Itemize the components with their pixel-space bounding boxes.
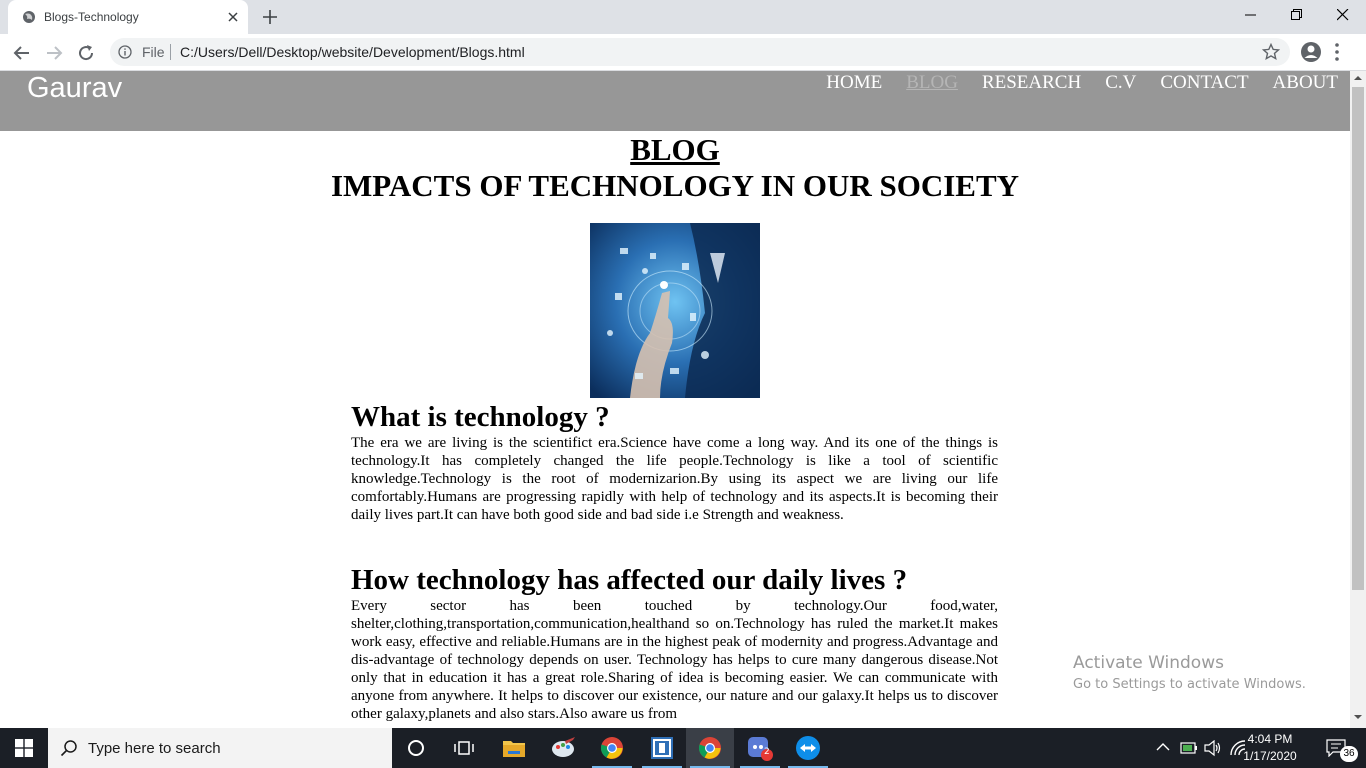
- teamviewer-button[interactable]: [784, 728, 832, 768]
- browser-toolbar: File C:/Users/Dell/Desktop/website/Devel…: [0, 34, 1366, 71]
- chrome-button[interactable]: [686, 728, 734, 768]
- file-explorer-button[interactable]: [490, 728, 538, 768]
- reload-icon[interactable]: [74, 41, 98, 65]
- search-icon: [60, 740, 77, 757]
- globe-icon: [23, 11, 35, 23]
- battery-icon[interactable]: [1180, 742, 1198, 768]
- profile-avatar-icon[interactable]: [1300, 41, 1322, 63]
- address-scheme: File: [142, 44, 165, 60]
- nav-research[interactable]: RESEARCH: [982, 72, 1081, 94]
- paint-palette-icon: [552, 737, 575, 757]
- address-url[interactable]: C:/Users/Dell/Desktop/website/Developmen…: [180, 44, 525, 60]
- cortana-button[interactable]: [392, 728, 440, 768]
- site-header: Gaurav HOME BLOG RESEARCH C.V CONTACT AB…: [0, 71, 1350, 131]
- minimize-button[interactable]: [1228, 0, 1274, 30]
- search-placeholder: Type here to search: [88, 740, 221, 757]
- sourcetree-button[interactable]: [638, 728, 686, 768]
- forward-icon[interactable]: [42, 41, 66, 65]
- nav-cv[interactable]: C.V: [1105, 72, 1136, 94]
- task-view-icon: [454, 741, 474, 755]
- bracket-app-icon: [651, 737, 673, 759]
- watermark-subtitle: Go to Settings to activate Windows.: [1073, 677, 1306, 692]
- chrome-icon: [698, 737, 721, 759]
- page-subtitle: IMPACTS OF TECHNOLOGY IN OUR SOCIETY: [330, 168, 1020, 203]
- close-window-button[interactable]: [1320, 0, 1366, 30]
- site-brand[interactable]: Gaurav: [27, 72, 122, 105]
- show-hidden-icons-icon[interactable]: [1156, 742, 1170, 768]
- taskbar-search[interactable]: Type here to search: [48, 728, 392, 768]
- folder-icon: [503, 741, 525, 757]
- info-icon[interactable]: [118, 45, 132, 59]
- new-tab-icon[interactable]: [258, 6, 282, 28]
- scroll-up-icon[interactable]: [1354, 75, 1362, 81]
- start-button[interactable]: [0, 728, 48, 768]
- section-heading: What is technology ?: [351, 401, 610, 433]
- address-separator: [170, 44, 171, 60]
- section-body: The era we are living is the scientifict…: [351, 435, 998, 523]
- article-section: How technology has affected our daily li…: [351, 563, 998, 723]
- page-scrollbar[interactable]: [1350, 71, 1366, 728]
- paint-app-button[interactable]: [540, 728, 588, 768]
- nav-blog[interactable]: BLOG: [906, 72, 958, 94]
- discord-icon: [748, 737, 773, 761]
- section-heading: How technology has affected our daily li…: [351, 564, 908, 596]
- site-nav: HOME BLOG RESEARCH C.V CONTACT ABOUT: [826, 72, 1338, 94]
- chrome-dev-button[interactable]: [588, 728, 636, 768]
- teamviewer-icon: [796, 736, 820, 760]
- clock-date: 1/17/2020: [1243, 749, 1297, 763]
- nav-home[interactable]: HOME: [826, 72, 882, 94]
- discord-badge: 2: [764, 747, 770, 757]
- minimize-icon: [1245, 14, 1256, 16]
- scroll-down-icon[interactable]: [1354, 714, 1362, 720]
- nav-about[interactable]: ABOUT: [1273, 72, 1338, 94]
- chrome-icon: [600, 737, 623, 759]
- watermark-title: Activate Windows: [1073, 653, 1224, 673]
- nav-contact[interactable]: CONTACT: [1160, 72, 1248, 94]
- address-bar[interactable]: File C:/Users/Dell/Desktop/website/Devel…: [110, 38, 1290, 66]
- close-window-icon: [1337, 9, 1349, 21]
- notification-count-badge: 36: [1340, 746, 1358, 762]
- scrollbar-thumb[interactable]: [1352, 87, 1364, 590]
- blog-title: BLOG: [630, 132, 720, 167]
- tab-title: Blogs-Technology: [44, 10, 139, 24]
- more-menu-icon[interactable]: [1334, 42, 1340, 62]
- task-view-button[interactable]: [440, 728, 488, 768]
- technology-hero-image: [590, 223, 760, 398]
- bookmark-star-icon[interactable]: [1262, 43, 1280, 61]
- activate-windows-watermark: Activate Windows Go to Settings to activ…: [1073, 652, 1306, 696]
- system-clock[interactable]: 4:04 PM 1/17/2020: [1232, 731, 1308, 765]
- back-icon[interactable]: [10, 41, 34, 65]
- cortana-icon: [408, 740, 424, 756]
- windows-logo-icon: [15, 739, 33, 757]
- discord-button[interactable]: 2: [736, 728, 784, 768]
- restore-icon: [1291, 9, 1302, 20]
- volume-icon[interactable]: [1204, 740, 1222, 768]
- windows-taskbar: Type here to search 2 4:04 PM 1/17/2020 …: [0, 728, 1366, 768]
- section-body: Every sector has been touched by technol…: [351, 598, 998, 722]
- restore-button[interactable]: [1274, 0, 1320, 30]
- action-center-button[interactable]: 36: [1318, 728, 1366, 768]
- close-tab-icon[interactable]: [224, 8, 242, 26]
- clock-time: 4:04 PM: [1247, 732, 1293, 746]
- page-viewport: Gaurav HOME BLOG RESEARCH C.V CONTACT AB…: [0, 71, 1350, 728]
- article-section: What is technology ? The era we are livi…: [351, 400, 998, 524]
- browser-tab-strip: Blogs-Technology: [0, 0, 1366, 34]
- browser-tab[interactable]: Blogs-Technology: [8, 0, 248, 34]
